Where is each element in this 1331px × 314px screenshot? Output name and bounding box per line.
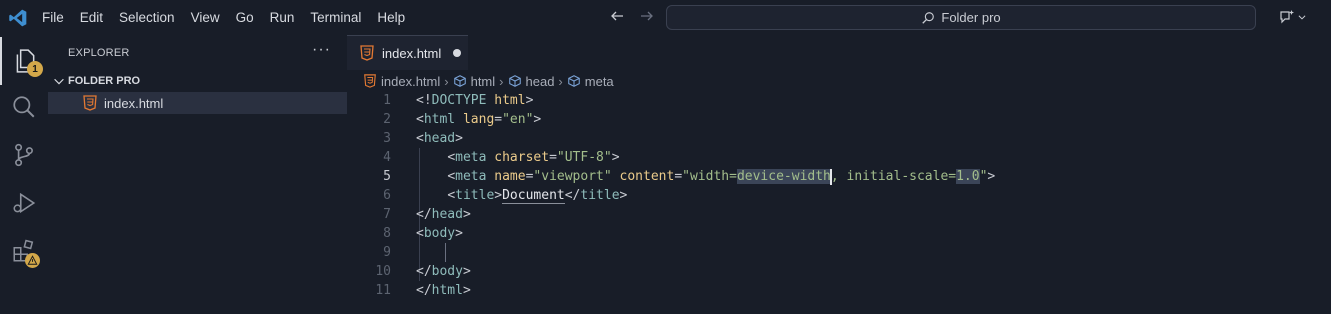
activity-search[interactable] [0, 83, 48, 131]
code-text: <meta name="viewport" content="width=dev… [447, 168, 996, 185]
line-number: 9 [383, 245, 391, 260]
code-line: 6 <title>Document</title> [347, 186, 1331, 205]
code-line: 9 [347, 243, 1331, 262]
navigation-arrows [609, 8, 655, 24]
copilot-menu[interactable] [1279, 9, 1307, 25]
code-line: 1 <!DOCTYPE html> [347, 91, 1331, 110]
html5-icon [83, 95, 97, 111]
code-text: <head> [416, 131, 463, 146]
chevron-right-icon: › [499, 73, 504, 89]
menu-run[interactable]: Run [262, 10, 303, 25]
tab-index-html[interactable]: index.html [347, 35, 468, 70]
explorer-title: EXPLORER [68, 46, 130, 59]
menu-terminal[interactable]: Terminal [302, 10, 369, 25]
vscode-logo-icon [9, 9, 27, 27]
search-icon [922, 11, 935, 24]
forward-arrow-icon[interactable] [639, 8, 655, 24]
code-line: 4 <meta charset="UTF-8"> [347, 148, 1331, 167]
file-label: index.html [104, 95, 164, 111]
code-text: </html> [416, 283, 471, 298]
activity-extensions[interactable] [0, 227, 48, 275]
source-control-icon [15, 143, 33, 167]
code-text: </head> [416, 207, 471, 222]
breadcrumb-head[interactable]: head [508, 73, 555, 89]
menu-go[interactable]: Go [228, 10, 262, 25]
text-cursor [829, 168, 832, 185]
command-center-search[interactable]: Folder pro [666, 5, 1256, 30]
explorer-sidebar: EXPLORER ··· FOLDER PRO index.html [48, 35, 347, 314]
warning-icon [25, 253, 40, 268]
copilot-chat-icon [1280, 10, 1294, 24]
code-editor[interactable]: 1 <!DOCTYPE html> 2 <html lang="en"> 3 <… [347, 91, 1331, 314]
search-text: Folder pro [941, 10, 1001, 25]
code-line-current: 5 <meta name="viewport" content="width=d… [347, 167, 1331, 186]
folder-header[interactable]: FOLDER PRO [48, 70, 347, 92]
title-bar: File Edit Selection View Go Run Terminal… [0, 0, 1331, 35]
html5-icon [360, 45, 374, 61]
code-text: <!DOCTYPE html> [416, 93, 534, 108]
html5-icon [364, 74, 376, 88]
folder-name: FOLDER PRO [68, 75, 141, 87]
back-arrow-icon[interactable] [609, 8, 625, 24]
symbol-element-icon [508, 75, 521, 87]
code-line: 3 <head> [347, 129, 1331, 148]
more-actions-button[interactable]: ··· [312, 41, 331, 59]
breadcrumb-meta[interactable]: meta [567, 74, 614, 89]
menu-bar: File Edit Selection View Go Run Terminal… [34, 0, 413, 35]
code-line: 2 <html lang="en"> [347, 110, 1331, 129]
chevron-right-icon: › [444, 73, 449, 89]
menu-edit[interactable]: Edit [72, 10, 111, 25]
line-number: 2 [383, 112, 391, 127]
code-text: <html lang="en"> [416, 112, 542, 127]
tab-label: index.html [382, 45, 442, 61]
code-line: 11 </html> [347, 281, 1331, 300]
breadcrumb-html-label: html [470, 73, 496, 89]
code-text: </body> [416, 264, 471, 279]
menu-file[interactable]: File [34, 10, 72, 25]
explorer-badge: 1 [27, 61, 43, 77]
menu-view[interactable]: View [183, 10, 228, 25]
line-number: 6 [383, 188, 391, 203]
line-number: 1 [383, 93, 391, 108]
search-icon [13, 96, 35, 118]
breadcrumb-html[interactable]: html [453, 73, 496, 89]
code-line: 10 </body> [347, 262, 1331, 281]
breadcrumb-file-label: index.html [381, 73, 441, 89]
editor-tab-bar: index.html [347, 35, 1331, 70]
line-number: 8 [383, 226, 391, 241]
activity-explorer[interactable]: 1 [0, 37, 48, 85]
code-line: 7 </head> [347, 205, 1331, 224]
run-debug-icon [13, 192, 36, 214]
breadcrumb: index.html › html › head › meta [363, 71, 614, 91]
code-text: <body> [416, 226, 463, 241]
menu-help[interactable]: Help [369, 10, 413, 25]
line-number: 7 [383, 207, 391, 222]
line-number: 5 [383, 169, 391, 184]
activity-run-debug[interactable] [0, 179, 48, 227]
code-line: 8 <body> [347, 224, 1331, 243]
line-number: 3 [383, 131, 391, 146]
symbol-element-icon [453, 75, 466, 87]
chevron-down-icon [54, 78, 64, 85]
line-number: 4 [383, 150, 391, 165]
activity-bar: 1 [0, 35, 48, 314]
code-text: <meta charset="UTF-8"> [447, 150, 620, 165]
menu-selection[interactable]: Selection [111, 10, 183, 25]
breadcrumb-head-label: head [525, 73, 555, 89]
line-number: 11 [375, 283, 391, 298]
line-number: 10 [375, 264, 391, 279]
activity-source-control[interactable] [0, 131, 48, 179]
breadcrumb-meta-label: meta [584, 73, 614, 89]
code-text: <title>Document</title> [447, 188, 628, 204]
breadcrumb-file[interactable]: index.html [363, 74, 440, 89]
file-item-index-html[interactable]: index.html [48, 92, 347, 114]
unsaved-dot-icon[interactable] [453, 49, 462, 57]
symbol-element-icon [567, 75, 580, 87]
chevron-right-icon: › [558, 73, 563, 89]
chevron-down-icon [1298, 15, 1306, 20]
